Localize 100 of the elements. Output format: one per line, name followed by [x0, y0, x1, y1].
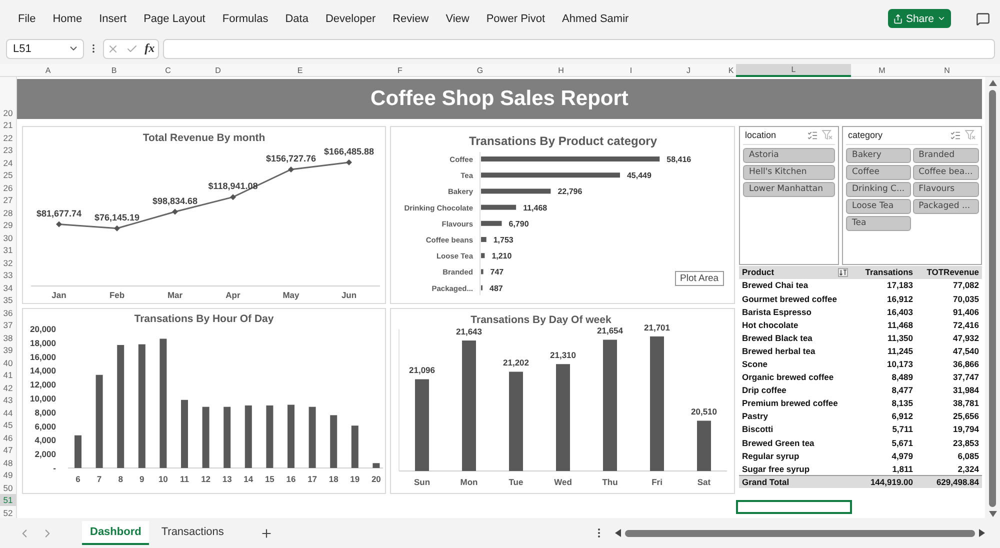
scroll-right-icon[interactable]: [979, 529, 985, 538]
column-header[interactable]: G: [449, 64, 511, 77]
scroll-up-icon[interactable]: [988, 80, 996, 86]
row-number[interactable]: 43: [0, 394, 16, 406]
share-button[interactable]: Share: [888, 9, 951, 28]
axis-label: 16: [286, 474, 296, 484]
row-number[interactable]: 34: [0, 281, 16, 294]
row-number[interactable]: 41: [0, 368, 16, 382]
scroll-down-icon[interactable]: [988, 510, 996, 517]
row-number[interactable]: 25: [0, 168, 16, 182]
sheet-tab[interactable]: Transactions: [153, 521, 232, 546]
table-cell-text: Gourmet brewed coffee: [742, 294, 838, 304]
menu-item[interactable]: View: [446, 12, 470, 25]
row-number[interactable]: 37: [0, 318, 16, 332]
row-number[interactable]: 29: [0, 218, 16, 232]
data-label: 20,510: [691, 406, 717, 417]
column-header[interactable]: B: [79, 64, 149, 77]
axis-label: May: [282, 290, 300, 300]
scroll-left-icon[interactable]: [615, 529, 621, 538]
multi-select-icon[interactable]: [807, 130, 818, 141]
column-header[interactable]: D: [187, 64, 249, 77]
row-number[interactable]: 46: [0, 431, 16, 444]
menu-item[interactable]: File: [18, 12, 36, 25]
confirm-icon[interactable]: [126, 42, 138, 55]
row-number[interactable]: 51: [0, 494, 16, 506]
row-number[interactable]: 42: [0, 381, 16, 394]
row-number[interactable]: 21: [0, 118, 16, 132]
column-header[interactable]: C: [149, 64, 187, 77]
sheet-tab[interactable]: Dashbord: [82, 521, 150, 546]
row-number[interactable]: 26: [0, 181, 16, 194]
menu-item[interactable]: Formulas: [222, 12, 268, 25]
row-number[interactable]: 38: [0, 331, 16, 344]
slicer-item[interactable]: Lower Manhattan: [743, 182, 835, 197]
data-label: 58,416: [666, 154, 692, 164]
row-number[interactable]: 24: [0, 156, 16, 169]
row-number[interactable]: 20: [0, 76, 16, 119]
column-header[interactable]: I: [611, 64, 651, 77]
insert-function-button[interactable]: fx: [144, 41, 155, 56]
menu-item[interactable]: Data: [285, 12, 308, 25]
slicer-item[interactable]: Hell's Kitchen: [743, 164, 835, 180]
column-header[interactable]: E: [249, 64, 351, 77]
row-number[interactable]: 50: [0, 481, 16, 494]
multi-select-icon[interactable]: [950, 130, 961, 141]
vertical-scrollbar[interactable]: [985, 76, 1000, 518]
cancel-icon[interactable]: [107, 42, 120, 55]
row-number[interactable]: 22: [0, 131, 16, 144]
row-number[interactable]: 47: [0, 444, 16, 456]
slicer-item[interactable]: Coffee: [846, 164, 911, 180]
slicer-item[interactable]: Bakery: [846, 148, 911, 163]
column-header[interactable]: F: [351, 64, 449, 77]
column-header[interactable]: H: [511, 64, 611, 77]
row-number[interactable]: 30: [0, 231, 16, 244]
menu-item[interactable]: Power Pivot: [486, 12, 546, 25]
axis-label: Fri: [652, 476, 662, 487]
column-header[interactable]: J: [651, 64, 726, 77]
table-cell-text: 1,811: [891, 464, 913, 474]
menu-item[interactable]: Home: [52, 12, 82, 25]
slicer-item[interactable]: Coffee bea...: [912, 164, 979, 180]
selected-cell[interactable]: [736, 500, 852, 514]
slicer-item[interactable]: Tea: [846, 216, 911, 231]
slicer-item[interactable]: Loose Tea: [846, 198, 911, 214]
column-header[interactable]: L: [736, 64, 851, 77]
add-sheet-icon[interactable]: [260, 526, 273, 540]
column-header[interactable]: K: [726, 64, 736, 77]
row-number[interactable]: 35: [0, 294, 16, 306]
slicer-item[interactable]: Flavours: [912, 182, 979, 197]
sort-filter-icon[interactable]: [838, 268, 848, 277]
menu-item[interactable]: Developer: [325, 12, 376, 25]
column-header[interactable]: A: [17, 64, 79, 77]
row-number[interactable]: 40: [0, 356, 16, 369]
row-number[interactable]: 23: [0, 144, 16, 156]
name-box[interactable]: L51: [6, 38, 84, 59]
scrollbar-thumb[interactable]: [625, 530, 975, 537]
row-number[interactable]: 32: [0, 256, 16, 269]
menu-item[interactable]: Page Layout: [144, 12, 206, 25]
scrollbar-thumb[interactable]: [989, 90, 996, 507]
row-number[interactable]: 33: [0, 268, 16, 282]
slicer-item[interactable]: Packaged ...: [912, 198, 979, 214]
column-header[interactable]: N: [913, 64, 981, 77]
menu-item[interactable]: Insert: [99, 12, 127, 25]
row-number[interactable]: 44: [0, 406, 16, 419]
row-number[interactable]: 45: [0, 418, 16, 432]
menu-item[interactable]: Ahmed Samir: [562, 12, 629, 25]
comments-icon[interactable]: [976, 12, 990, 26]
column-header[interactable]: M: [851, 64, 913, 77]
row-number[interactable]: 52: [0, 506, 16, 518]
slicer-item[interactable]: Branded: [912, 148, 979, 163]
row-number[interactable]: 39: [0, 344, 16, 356]
row-number[interactable]: 28: [0, 206, 16, 219]
row-number[interactable]: 48: [0, 456, 16, 469]
row-number[interactable]: 36: [0, 306, 16, 319]
formula-input[interactable]: [163, 38, 995, 59]
axis-label: 10: [158, 474, 168, 484]
row-number[interactable]: 27: [0, 194, 16, 206]
menu-item[interactable]: Review: [392, 12, 429, 25]
row-number[interactable]: 49: [0, 468, 16, 482]
slicer-item[interactable]: Drinking C...: [846, 182, 911, 197]
slicer-item[interactable]: Astoria: [743, 148, 835, 163]
tick-label: 20,000: [30, 324, 56, 334]
row-number[interactable]: 31: [0, 244, 16, 256]
